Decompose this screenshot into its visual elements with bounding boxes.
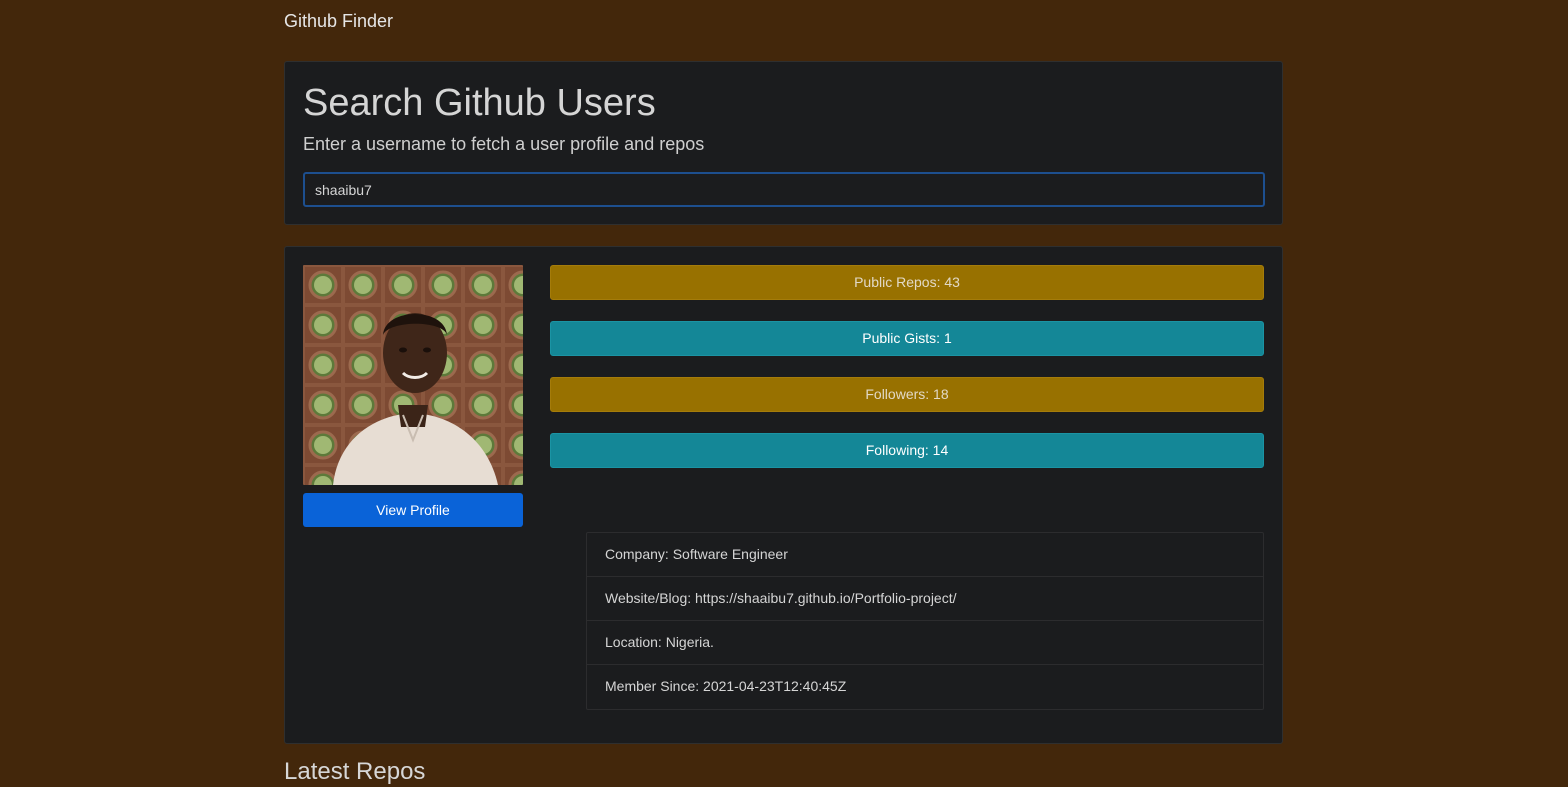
location-item: Location: Nigeria.	[587, 621, 1263, 665]
company-item: Company: Software Engineer	[587, 533, 1263, 577]
navbar-brand[interactable]: Github Finder	[284, 10, 393, 32]
search-title: Search Github Users	[303, 82, 656, 124]
profile-details-list: Company: Software Engineer Website/Blog:…	[586, 532, 1264, 710]
public-repos-badge: Public Repos: 43	[550, 265, 1264, 300]
following-badge: Following: 14	[550, 433, 1264, 468]
search-subtitle: Enter a username to fetch a user profile…	[303, 134, 705, 154]
latest-repos-heading: Latest Repos	[284, 758, 426, 785]
view-profile-button[interactable]: View Profile	[303, 493, 523, 527]
website-item: Website/Blog: https://shaaibu7.github.io…	[587, 577, 1263, 621]
public-gists-badge: Public Gists: 1	[550, 321, 1264, 356]
search-input[interactable]	[303, 172, 1265, 207]
member-since-item: Member Since: 2021-04-23T12:40:45Z	[605, 678, 847, 694]
search-card: Search Github Users Enter a username to …	[284, 61, 1283, 225]
avatar	[303, 265, 523, 485]
profile-card: View Profile Public Repos: 43 Public Gis…	[284, 246, 1283, 744]
avatar-image	[303, 265, 523, 485]
followers-badge: Followers: 18	[550, 377, 1264, 412]
